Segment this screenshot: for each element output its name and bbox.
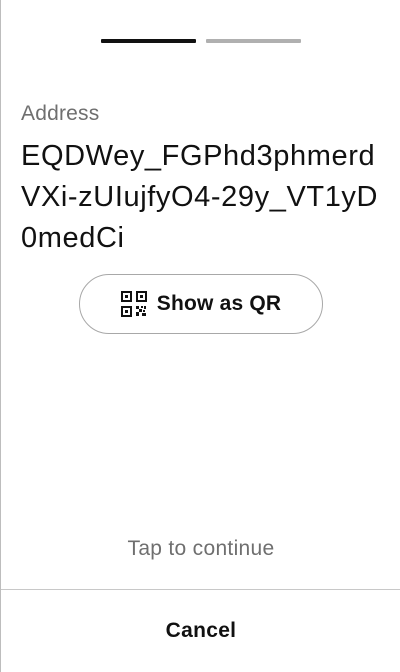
cancel-button[interactable]: Cancel [1,590,400,672]
show-as-qr-label: Show as QR [156,292,282,315]
step-progress [101,39,301,43]
qr-code-icon [120,291,147,317]
progress-step-active [101,39,196,43]
show-as-qr-button[interactable]: Show as QR [79,274,323,334]
tap-to-continue-hint[interactable]: Tap to continue [1,537,400,561]
progress-step-inactive [206,39,301,43]
address-value[interactable]: EQDWey_FGPhd3phmerdVXi-zUIujfyO4-29y_VT1… [21,136,386,259]
address-label: Address [21,102,100,125]
